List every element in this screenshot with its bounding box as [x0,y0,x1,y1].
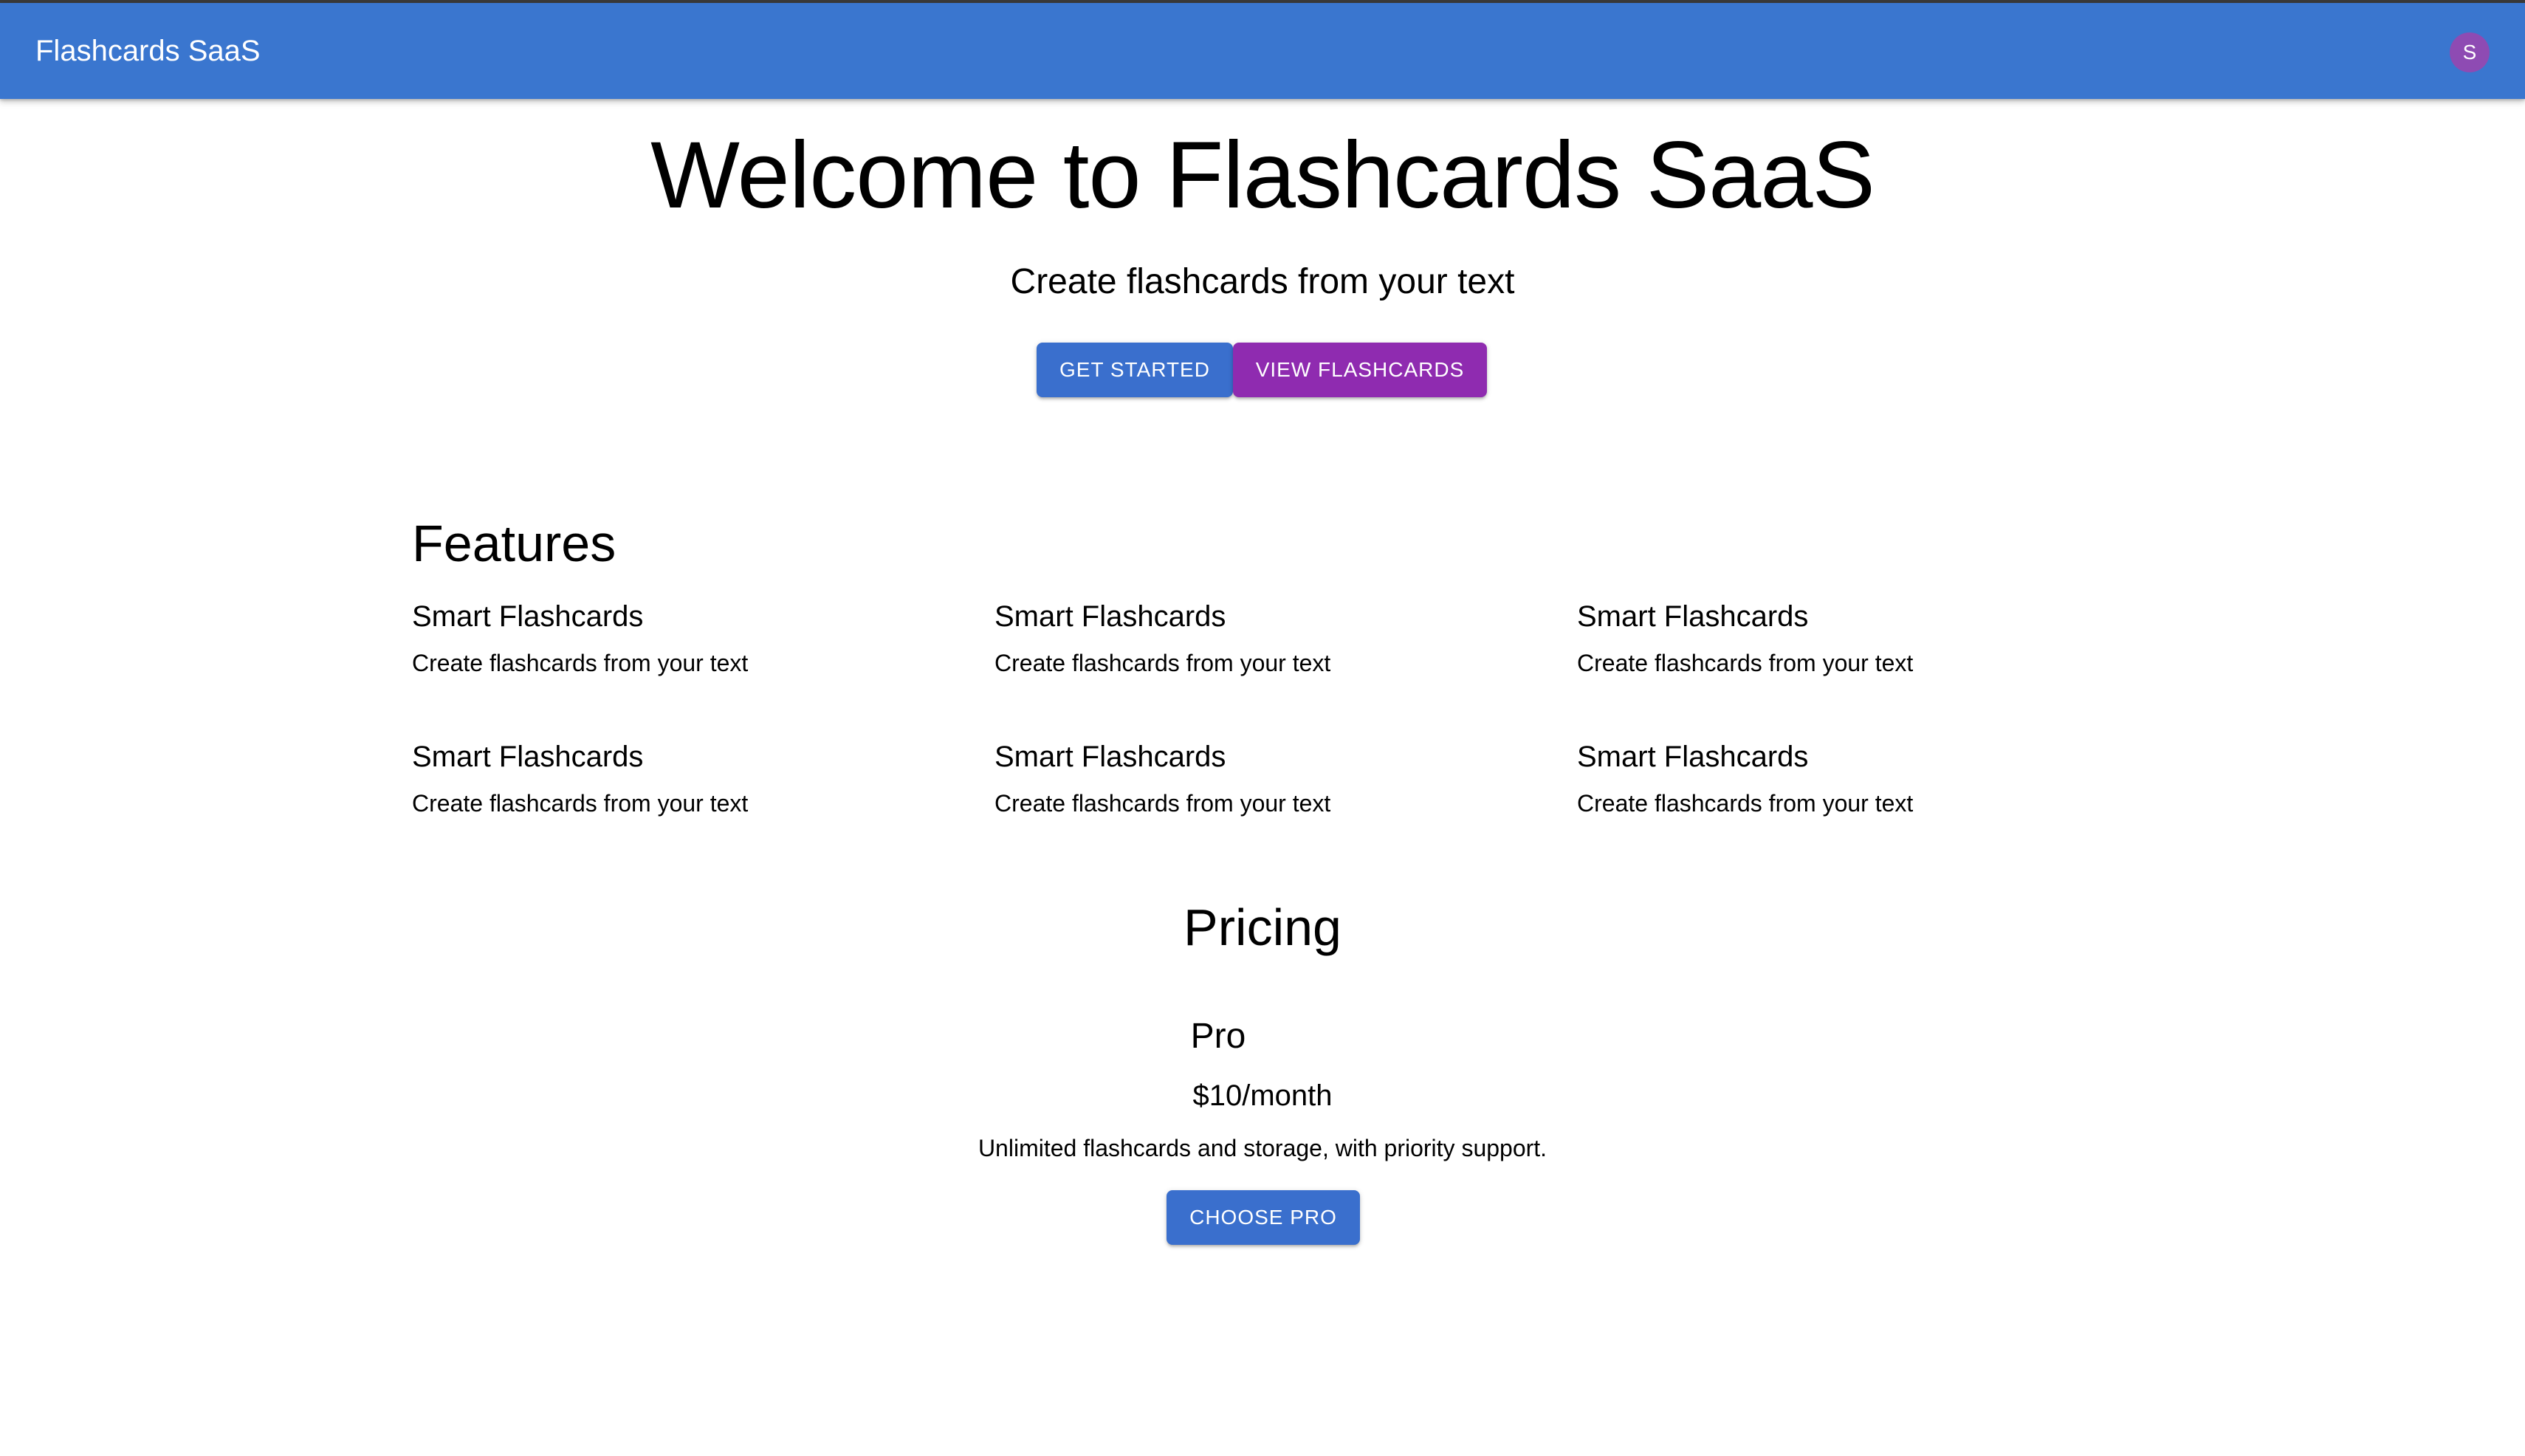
feature-title: Smart Flashcards [1577,741,1809,773]
pricing-heading: Pricing [1184,899,1341,956]
feature-description: Create flashcards from your text [994,650,1331,676]
feature-card: Smart Flashcards Create flashcards from … [412,598,929,678]
feature-title: Smart Flashcards [994,741,1226,773]
get-started-button[interactable]: GET STARTED [1037,343,1233,397]
view-flashcards-button[interactable]: VIEW FLASHCARDS [1233,343,1487,397]
feature-title: Smart Flashcards [1577,600,1809,633]
feature-card: Smart Flashcards Create flashcards from … [412,738,929,818]
feature-card: Smart Flashcards Create flashcards from … [994,598,1511,678]
plan-description: Unlimited flashcards and storage, with p… [978,1135,1547,1161]
feature-title: Smart Flashcards [994,600,1226,633]
feature-card: Smart Flashcards Create flashcards from … [994,738,1511,818]
plan-price: $10/month [1192,1079,1333,1112]
feature-description: Create flashcards from your text [994,790,1331,817]
user-avatar[interactable]: S [2450,32,2490,72]
feature-title: Smart Flashcards [412,600,644,633]
feature-description: Create flashcards from your text [412,790,749,817]
feature-description: Create flashcards from your text [1577,650,1914,676]
feature-card: Smart Flashcards Create flashcards from … [1577,738,2094,818]
features-heading: Features [412,515,616,572]
feature-description: Create flashcards from your text [412,650,749,676]
app-bar: Flashcards SaaS S [0,3,2525,99]
hero-subtitle: Create flashcards from your text [1010,262,1515,301]
feature-description: Create flashcards from your text [1577,790,1914,817]
app-title: Flashcards SaaS [35,35,261,67]
hero-title: Welcome to Flashcards SaaS [650,123,1875,228]
choose-pro-button[interactable]: CHOOSE PRO [1167,1190,1360,1245]
feature-title: Smart Flashcards [412,741,644,773]
feature-card: Smart Flashcards Create flashcards from … [1577,598,2094,678]
plan-name: Pro [1190,1017,1246,1056]
hero-button-group: GET STARTED VIEW FLASHCARDS [1037,343,1487,397]
